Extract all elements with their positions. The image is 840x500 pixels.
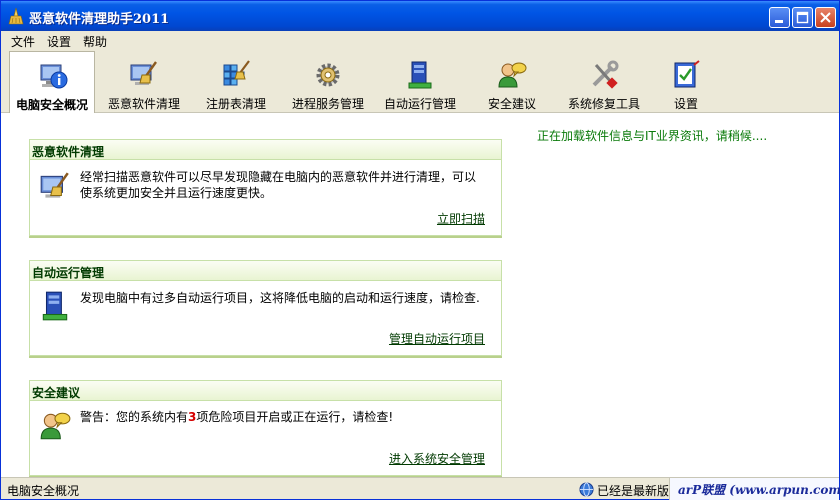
globe-icon: [579, 482, 594, 497]
tab-malware-clean[interactable]: 恶意软件清理: [101, 51, 187, 113]
version-text: 已经是最新版: [597, 484, 670, 498]
toolbar-label: 安全建议: [487, 97, 536, 111]
panel-description: 经常扫描恶意软件可以尽早发现隐藏在电脑内的恶意软件并进行清理，可以 使系统更加安…: [80, 169, 476, 201]
maximize-icon: [796, 11, 809, 24]
malware-clean-icon: [130, 61, 157, 85]
description-line: 使系统更加安全并且运行速度更快。: [80, 186, 273, 200]
tab-security-advice[interactable]: 安全建议: [469, 51, 555, 113]
close-icon: [820, 12, 831, 23]
repair-tools-icon: [592, 60, 619, 89]
toolbar-label: 电脑安全概况: [15, 98, 88, 112]
panel-title: 自动运行管理: [30, 261, 501, 281]
toolbar-label: 恶意软件清理: [107, 97, 180, 111]
arpun-link[interactable]: arP联盟 (www.arpun.com): [669, 478, 840, 500]
panel-description: 发现电脑中有过多自动运行项目，这将降低电脑的启动和运行速度，请检查.: [80, 291, 480, 305]
registry-clean-icon: [223, 60, 250, 86]
malware-clean-icon: [40, 172, 69, 198]
toolbar-label: 进程服务管理: [291, 97, 364, 111]
overview-content: 恶意软件清理 经常扫描恶意软件可以尽早发现隐藏在电脑内的恶意软件并进行清理，可以…: [1, 113, 839, 477]
title-bar[interactable]: 恶意软件清理助手2011: [1, 1, 839, 31]
main-toolbar: 电脑安全概况 恶意软件清理 注册表清理 进程服务管理 自动运行管理 安全建议 系…: [1, 51, 839, 114]
manage-autorun-link[interactable]: 管理自动运行项目: [389, 330, 485, 347]
computer-info-icon: [40, 64, 68, 89]
description-line: 经常扫描恶意软件可以尽早发现隐藏在电脑内的恶意软件并进行清理，可以: [80, 170, 477, 184]
tab-settings[interactable]: 设置: [653, 51, 719, 113]
status-current-page: 电脑安全概况: [7, 484, 80, 498]
maximize-button[interactable]: [792, 7, 813, 28]
security-panel: 安全建议 警告：您的系统内有3项危险项目开启或正在运行，请检查! 进入系统安全管…: [29, 380, 502, 476]
malware-panel: 恶意软件清理 经常扫描恶意软件可以尽早发现隐藏在电脑内的恶意软件并进行清理，可以…: [29, 139, 502, 236]
minimize-icon: [775, 20, 783, 23]
tab-computer-overview[interactable]: 电脑安全概况: [9, 51, 95, 114]
toolbar-label: 自动运行管理: [383, 97, 456, 111]
settings-icon: [674, 60, 700, 88]
warning-suffix: 项危险项目开启或正在运行，请检查!: [196, 410, 394, 424]
app-broom-icon: [8, 7, 24, 25]
autorun-manage-icon: [42, 291, 68, 321]
app-window: 恶意软件清理助手2011 文件 设置 帮助 电脑安全概况 恶意软件清理 注册表清…: [0, 0, 840, 500]
menu-bar: 文件 设置 帮助: [1, 31, 839, 51]
tab-repair-tools[interactable]: 系统修复工具: [561, 51, 647, 113]
menu-settings[interactable]: 设置: [47, 33, 71, 50]
warning-prefix: 警告：您的系统内有: [80, 410, 189, 424]
window-title: 恶意软件清理助手2011: [29, 12, 170, 27]
scan-now-link[interactable]: 立即扫描: [437, 210, 485, 227]
process-service-icon: [316, 63, 340, 87]
minimize-button[interactable]: [769, 7, 790, 28]
menu-help[interactable]: 帮助: [83, 33, 107, 50]
toolbar-label: 设置: [673, 97, 698, 111]
enter-security-link[interactable]: 进入系统安全管理: [389, 450, 485, 467]
close-button[interactable]: [815, 7, 836, 28]
autorun-panel: 自动运行管理 发现电脑中有过多自动运行项目，这将降低电脑的启动和运行速度，请检查…: [29, 260, 502, 356]
panel-title: 安全建议: [30, 381, 501, 401]
toolbar-label: 注册表清理: [205, 97, 266, 111]
security-advice-icon: [40, 412, 71, 440]
autorun-manage-icon: [408, 61, 432, 89]
menu-file[interactable]: 文件: [11, 33, 35, 50]
tab-autorun-manage[interactable]: 自动运行管理: [377, 51, 463, 113]
tab-registry-clean[interactable]: 注册表清理: [193, 51, 279, 113]
news-loading-text: 正在加载软件信息与IT业界资讯，请稍候....: [537, 129, 768, 143]
tab-process-service[interactable]: 进程服务管理: [285, 51, 371, 113]
security-warning: 警告：您的系统内有3项危险项目开启或正在运行，请检查!: [80, 409, 393, 425]
panel-title: 恶意软件清理: [30, 140, 501, 160]
toolbar-label: 系统修复工具: [567, 97, 640, 111]
security-advice-icon: [498, 62, 527, 88]
arpun-link-text: arP联盟 (www.arpun.com): [678, 483, 840, 497]
status-bar: 电脑安全概况 已经是最新版 arP联盟 (www.arpun.com): [1, 477, 840, 500]
